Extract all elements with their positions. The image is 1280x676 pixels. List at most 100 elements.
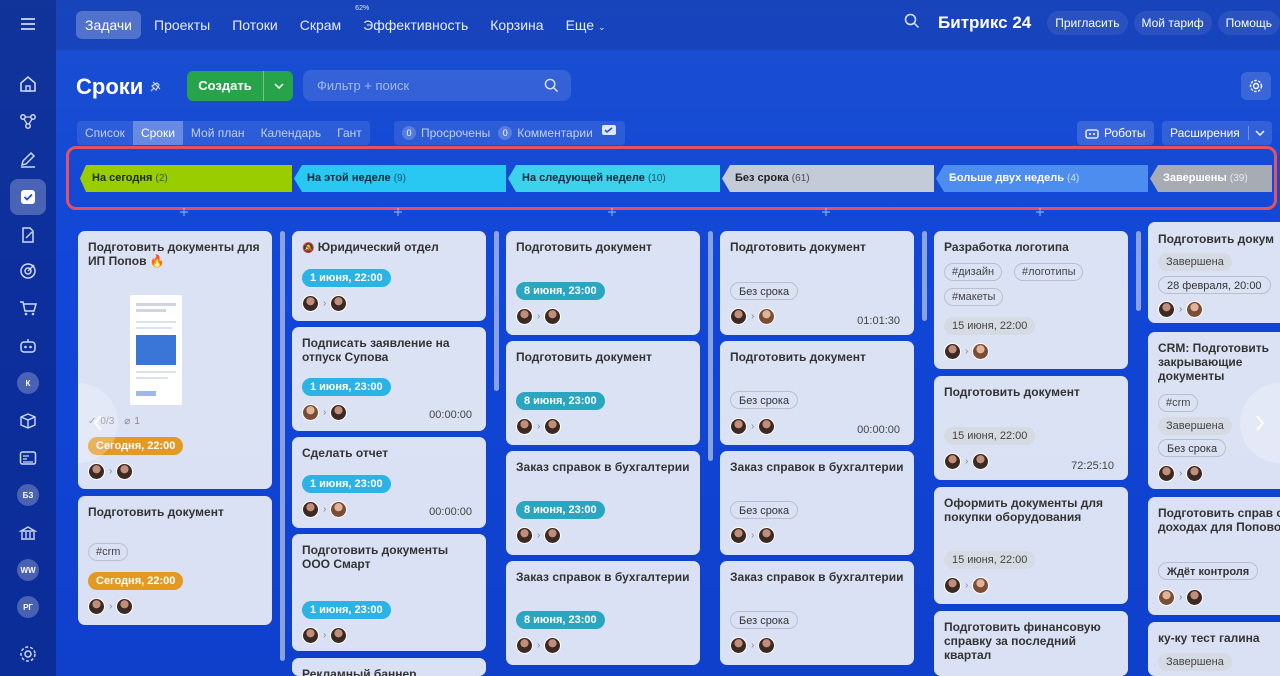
tab-trash[interactable]: Корзина	[481, 11, 552, 39]
task-tag[interactable]: #дизайн	[944, 263, 1003, 281]
task-tag[interactable]: #crm	[88, 543, 129, 561]
robots-button[interactable]: Роботы	[1077, 121, 1154, 145]
avatar[interactable]	[730, 308, 747, 325]
comments-counter[interactable]: 0 Комментарии	[498, 126, 593, 140]
task-card[interactable]: Подготовить документ 8 июня, 23:00 ›	[506, 341, 700, 445]
avatar[interactable]	[516, 308, 533, 325]
avatar[interactable]	[544, 308, 562, 325]
tab-tasks[interactable]: Задачи	[76, 11, 142, 39]
task-tag[interactable]: #макеты	[944, 288, 1004, 306]
brand-logo[interactable]: Битрикс 24	[938, 13, 1031, 33]
task-card[interactable]: Подготовить документ 15 июня, 22:00 › 72…	[934, 376, 1128, 480]
deadline-badge[interactable]: 1 июня, 22:00	[302, 269, 391, 287]
task-card[interactable]: Заказ справок в бухгалтерии Без срока ›	[720, 451, 914, 555]
avatar[interactable]	[330, 404, 348, 421]
invite-button[interactable]: Пригласить	[1047, 11, 1128, 35]
task-card[interactable]: Оформить документы для покупки оборудова…	[934, 487, 1128, 604]
task-card[interactable]: Заказ справок в бухгалтерии 8 июня, 23:0…	[506, 451, 700, 555]
deadline-badge[interactable]: Без срока	[730, 611, 799, 629]
deadline-badge[interactable]: 15 июня, 22:00	[944, 551, 1036, 569]
task-card[interactable]: 🔕 Юридический отдел 1 июня, 22:00 ›	[292, 231, 486, 321]
deadline-badge[interactable]: 1 июня, 23:00	[302, 601, 391, 619]
settings-button[interactable]	[1241, 72, 1271, 100]
task-card[interactable]: Подготовить документ #crm Сегодня, 22:00…	[78, 496, 272, 625]
deadline-badge[interactable]: 8 июня, 23:00	[516, 282, 605, 300]
stage-no-deadline[interactable]: Без срока (61)	[722, 165, 934, 192]
avatar[interactable]	[302, 501, 319, 518]
avatar[interactable]: К	[17, 372, 39, 394]
bank-icon[interactable]	[10, 515, 46, 551]
deadline-badge[interactable]: Без срока	[1158, 439, 1227, 457]
task-card[interactable]: Сделать отчет 1 июня, 23:00 › 00:00:00	[292, 437, 486, 528]
avatar[interactable]	[116, 598, 134, 615]
flows-icon[interactable]	[10, 103, 46, 139]
task-card[interactable]: Подготовить документ 8 июня, 23:00 ›	[506, 231, 700, 335]
avatar[interactable]	[944, 453, 961, 470]
avatar[interactable]	[944, 343, 961, 360]
avatar[interactable]	[302, 627, 319, 644]
deadline-badge[interactable]: 8 июня, 23:00	[516, 501, 605, 519]
avatar[interactable]	[1158, 465, 1175, 482]
box-icon[interactable]	[10, 403, 46, 439]
avatar[interactable]	[1158, 301, 1175, 318]
tab-efficiency[interactable]: 62% Эффективность	[354, 5, 477, 39]
settings-icon[interactable]	[10, 636, 46, 672]
avatar[interactable]	[730, 637, 747, 654]
add-icon[interactable]	[608, 208, 616, 216]
add-icon[interactable]	[1036, 208, 1044, 216]
avatar[interactable]	[544, 418, 562, 435]
deadline-badge[interactable]: Без срока	[730, 391, 799, 409]
avatar[interactable]	[88, 463, 105, 480]
extensions-button[interactable]: Расширения	[1162, 121, 1272, 145]
tariff-button[interactable]: Мой тариф	[1133, 11, 1212, 35]
chevron-down-icon[interactable]	[263, 71, 293, 101]
stage-two-weeks[interactable]: Больше двух недель (4)	[936, 165, 1148, 192]
avatar[interactable]	[758, 637, 776, 654]
chevron-down-icon[interactable]	[1249, 130, 1272, 136]
deadline-badge[interactable]: Сегодня, 22:00	[88, 572, 184, 590]
deadline-badge[interactable]: Без срока	[730, 282, 799, 300]
deadline-badge[interactable]: 15 июня, 22:00	[944, 427, 1036, 445]
avatar[interactable]	[1186, 301, 1204, 318]
deadline-badge[interactable]: Без срока	[730, 501, 799, 519]
document-sign-icon[interactable]	[10, 217, 46, 253]
stage-done[interactable]: Завершены (39)	[1150, 165, 1272, 192]
home-icon[interactable]	[10, 66, 46, 102]
column-scrollbar[interactable]	[280, 231, 285, 661]
stage-next-week[interactable]: На следующей неделе (10)	[508, 165, 720, 192]
deadline-badge[interactable]: 1 июня, 23:00	[302, 378, 391, 396]
stage-this-week[interactable]: На этой неделе (9)	[294, 165, 506, 192]
task-card[interactable]: Подготовить документы ООО Смарт 1 июня, …	[292, 534, 486, 651]
create-button[interactable]: Создать	[187, 71, 293, 101]
task-tag[interactable]: #crm	[1158, 394, 1199, 412]
avatar[interactable]	[1186, 589, 1204, 606]
task-card[interactable]: ку-ку тест галина Завершена	[1148, 622, 1280, 676]
menu-icon[interactable]	[10, 6, 46, 42]
avatar[interactable]	[516, 527, 533, 544]
task-card[interactable]: Подготовить документ Без срока › 00:00:0…	[720, 341, 914, 445]
add-icon[interactable]	[180, 208, 188, 216]
pen-icon[interactable]	[10, 141, 46, 177]
avatar[interactable]	[516, 418, 533, 435]
avatar[interactable]	[302, 295, 319, 312]
task-card[interactable]: Рекламный баннер	[292, 658, 486, 676]
tab-flows[interactable]: Потоки	[223, 11, 287, 39]
avatar[interactable]	[330, 501, 348, 518]
pin-icon[interactable]	[148, 80, 162, 94]
avatar[interactable]	[758, 527, 776, 544]
view-tab-gantt[interactable]: Гант	[329, 121, 370, 145]
task-card[interactable]: Разработка логотипа #дизайн #логотипы #м…	[934, 231, 1128, 369]
search-icon[interactable]	[544, 78, 559, 98]
view-tab-my-plan[interactable]: Мой план	[183, 121, 253, 145]
task-tag[interactable]: #логотипы	[1014, 263, 1084, 281]
stage-today[interactable]: На сегодня (2)	[80, 165, 292, 192]
avatar[interactable]: WW	[17, 559, 39, 581]
avatar[interactable]	[972, 453, 990, 470]
task-card[interactable]: Подписать заявление на отпуск Супова 1 и…	[292, 327, 486, 431]
add-icon[interactable]	[394, 208, 402, 216]
column-scrollbar[interactable]	[922, 231, 927, 321]
view-tab-list[interactable]: Список	[77, 121, 133, 145]
avatar[interactable]	[544, 527, 562, 544]
add-icon[interactable]	[822, 208, 830, 216]
search-icon[interactable]	[904, 13, 920, 34]
